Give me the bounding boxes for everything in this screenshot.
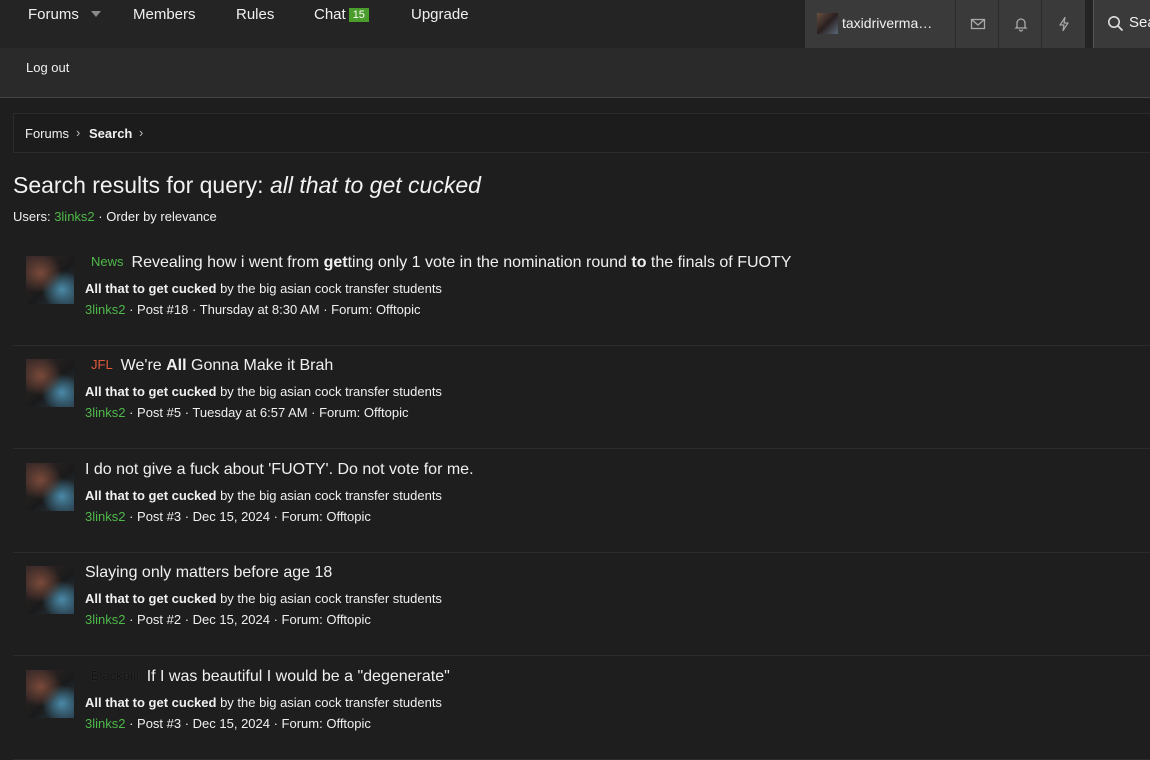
conversations-button[interactable] xyxy=(955,0,999,48)
snippet-highlight: All that to get cucked xyxy=(85,281,217,296)
result-meta: 3links2 · Post #2 · Dec 15, 2024 · Forum… xyxy=(85,612,371,627)
breadcrumb-separator: › xyxy=(76,125,81,140)
post-info: · Post #3 · Dec 15, 2024 · Forum: Offtop… xyxy=(125,716,371,731)
snippet-highlight: All that to get cucked xyxy=(85,591,217,606)
breadcrumb: Forums › Search › xyxy=(13,113,1150,153)
author-link[interactable]: 3links2 xyxy=(85,716,125,731)
result-title[interactable]: Blackpill If I was beautiful I would be a… xyxy=(85,668,450,686)
order-label: · Order by relevance xyxy=(98,209,217,224)
post-info: · Post #18 · Thursday at 8:30 AM · Forum… xyxy=(125,302,421,317)
post-info: · Post #2 · Dec 15, 2024 · Forum: Offtop… xyxy=(125,612,371,627)
snippet-text: by the big asian cock transfer students xyxy=(216,281,442,296)
user-toolbar: taxidriverma… xyxy=(805,0,1085,48)
nav-chat[interactable]: Chat 15 xyxy=(314,6,369,23)
result-title[interactable]: Slaying only matters before age 18 xyxy=(85,564,332,582)
title-highlight: get xyxy=(323,254,348,271)
title-part: ting only 1 vote in the nomination round xyxy=(347,254,632,271)
author-link[interactable]: 3links2 xyxy=(85,509,125,524)
search-result: Slaying only matters before age 18 All t… xyxy=(13,552,1150,656)
result-snippet: All that to get cucked by the big asian … xyxy=(85,695,442,710)
chevron-down-icon[interactable] xyxy=(91,11,101,17)
avatar[interactable] xyxy=(26,256,74,304)
thread-prefix[interactable]: News xyxy=(91,254,124,269)
snippet-highlight: All that to get cucked xyxy=(85,695,217,710)
nav-rules[interactable]: Rules xyxy=(236,6,274,23)
author-link[interactable]: 3links2 xyxy=(85,405,125,420)
nav-forums[interactable]: Forums xyxy=(28,6,79,23)
page-title-prefix: Search results for query: xyxy=(13,172,270,198)
breadcrumb-forums[interactable]: Forums xyxy=(25,126,69,141)
result-snippet: All that to get cucked by the big asian … xyxy=(85,281,442,296)
bolt-icon xyxy=(1058,16,1069,32)
sub-navigation: Log out xyxy=(0,48,1150,98)
search-button[interactable]: Sea xyxy=(1093,0,1150,48)
snippet-text: by the big asian cock transfer students xyxy=(216,488,442,503)
page-title: Search results for query: all that to ge… xyxy=(13,172,481,199)
avatar[interactable] xyxy=(26,463,74,511)
avatar xyxy=(817,13,838,34)
search-result: I do not give a fuck about 'FUOTY'. Do n… xyxy=(13,449,1150,553)
logout-link[interactable]: Log out xyxy=(26,60,69,75)
breadcrumb-separator: › xyxy=(139,125,144,140)
title-part: Revealing how i went from xyxy=(131,254,324,271)
author-link[interactable]: 3links2 xyxy=(85,302,125,317)
search-meta: Users: 3links2 · Order by relevance xyxy=(13,209,217,224)
result-meta: 3links2 · Post #3 · Dec 15, 2024 · Forum… xyxy=(85,509,371,524)
search-icon xyxy=(1108,16,1124,32)
avatar[interactable] xyxy=(26,359,74,407)
post-info: · Post #5 · Tuesday at 6:57 AM · Forum: … xyxy=(125,405,409,420)
title-text: If I was beautiful I would be a "degener… xyxy=(146,668,450,685)
snippet-highlight: All that to get cucked xyxy=(85,384,217,399)
result-title[interactable]: News Revealing how i went from getting on… xyxy=(85,254,791,272)
envelope-icon xyxy=(970,18,985,30)
snippet-highlight: All that to get cucked xyxy=(85,488,217,503)
snippet-text: by the big asian cock transfer students xyxy=(216,384,442,399)
whats-new-button[interactable] xyxy=(1041,0,1085,48)
title-part: Gonna Make it Brah xyxy=(186,357,334,374)
user-filter-link[interactable]: 3links2 xyxy=(54,209,94,224)
result-title[interactable]: JFL We're All Gonna Make it Brah xyxy=(85,357,333,375)
bell-icon xyxy=(1013,18,1028,32)
title-highlight: to xyxy=(631,254,647,271)
result-meta: 3links2 · Post #18 · Thursday at 8:30 AM… xyxy=(85,302,421,317)
alerts-button[interactable] xyxy=(998,0,1042,48)
username: taxidriverma… xyxy=(842,15,933,31)
title-highlight: All xyxy=(166,357,187,374)
result-title[interactable]: I do not give a fuck about 'FUOTY'. Do n… xyxy=(85,461,474,479)
search-result: News Revealing how i went from getting on… xyxy=(13,242,1150,346)
result-meta: 3links2 · Post #3 · Dec 15, 2024 · Forum… xyxy=(85,716,371,731)
result-snippet: All that to get cucked by the big asian … xyxy=(85,488,442,503)
search-label: Sea xyxy=(1129,14,1150,31)
breadcrumb-search[interactable]: Search xyxy=(89,126,132,141)
thread-prefix[interactable]: Blackpill xyxy=(91,668,139,683)
search-query: all that to get cucked xyxy=(269,172,481,198)
nav-chat-label: Chat xyxy=(314,6,346,23)
search-result: JFL We're All Gonna Make it Brah All that… xyxy=(13,345,1150,449)
users-label: Users: xyxy=(13,209,51,224)
result-snippet: All that to get cucked by the big asian … xyxy=(85,591,442,606)
snippet-text: by the big asian cock transfer students xyxy=(216,695,442,710)
account-menu[interactable]: taxidriverma… xyxy=(805,0,955,48)
chat-count-badge: 15 xyxy=(348,8,369,22)
title-part: We're xyxy=(120,357,167,374)
avatar[interactable] xyxy=(26,670,74,718)
author-link[interactable]: 3links2 xyxy=(85,612,125,627)
thread-prefix[interactable]: JFL xyxy=(91,357,113,372)
avatar[interactable] xyxy=(26,566,74,614)
result-meta: 3links2 · Post #5 · Tuesday at 6:57 AM ·… xyxy=(85,405,408,420)
nav-members[interactable]: Members xyxy=(133,6,196,23)
search-result: Blackpill If I was beautiful I would be a… xyxy=(13,656,1150,760)
result-snippet: All that to get cucked by the big asian … xyxy=(85,384,442,399)
title-part: the finals of FUOTY xyxy=(646,254,792,271)
post-info: · Post #3 · Dec 15, 2024 · Forum: Offtop… xyxy=(125,509,371,524)
snippet-text: by the big asian cock transfer students xyxy=(216,591,442,606)
top-navigation: Forums Members Rules Chat 15 Upgrade taxi… xyxy=(0,0,1150,48)
nav-upgrade[interactable]: Upgrade xyxy=(411,6,469,23)
